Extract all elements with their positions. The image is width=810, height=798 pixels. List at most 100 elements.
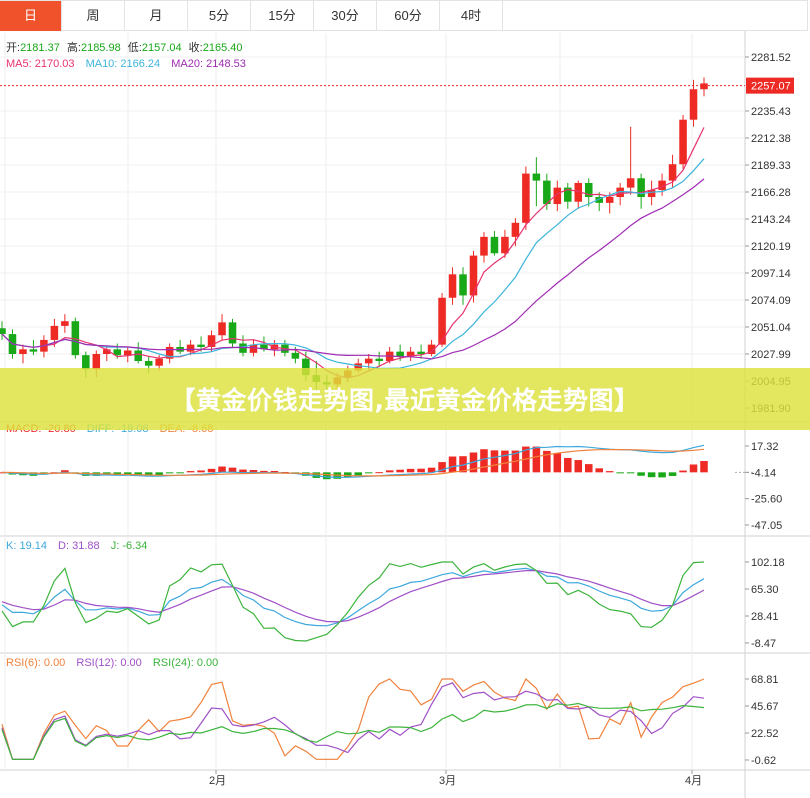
candle-body [123,350,132,356]
macd-panel [0,444,755,480]
price-tick-label: 2189.33 [751,160,791,172]
macd-bar [197,470,205,473]
k-value: K: 19.14 [6,540,47,552]
ma20-legend: MA20: 2148.53 [171,58,246,70]
candle-body [679,119,687,165]
candle-body [375,358,383,362]
candle-body [291,352,300,359]
kdj-tick-label: 28.41 [751,611,779,623]
macd-bar [186,471,195,473]
candle-body [228,322,237,344]
macd-bar [605,471,614,473]
macd-bar [448,456,457,473]
macd-tick-label: -25.60 [751,494,782,506]
d-value: D: 31.88 [58,540,100,552]
rsi-tick-label: -0.62 [751,755,776,767]
candle-body [480,236,488,256]
candle-body [501,236,509,254]
close-value: 2165.40 [203,42,243,54]
low-value: 2157.04 [142,42,182,54]
macd-bar [385,470,394,473]
candle-body [249,344,258,353]
x-tick-label: 2月 [209,775,226,787]
rsi-tick-label: 68.81 [751,674,779,686]
rsi-tick-label: 45.67 [751,701,779,713]
banner-text: 【黄金价钱走势图,最近黄金价格走势图】 [170,386,640,415]
high-value: 2185.98 [81,42,121,54]
price-tick-label: 2097.14 [751,268,791,280]
macd-bar [490,450,499,473]
candle-body [197,344,205,347]
open-value: 2181.37 [20,42,60,54]
high-label: 高: [67,40,81,54]
macd-bar [595,468,603,473]
candle-body [637,178,645,198]
candle-body [19,349,27,354]
macd-bar [501,450,509,473]
candle-body [218,322,226,336]
x-tick-label: 3月 [439,775,456,787]
k-line [1,567,705,627]
macd-bar [689,464,698,473]
candle-body [511,222,520,237]
price-tick-label: 2212.38 [751,133,791,145]
candle-body [700,83,708,90]
price-tick-label: 2027.99 [751,349,791,361]
macd-bar [658,472,666,478]
macd-bar [406,468,415,473]
macd-bar [679,470,687,473]
price-tick-label: 2235.43 [751,106,791,118]
price-tick-label: 2051.04 [751,322,791,334]
macd-bar [323,472,331,480]
candle-body [522,173,530,223]
candle-body [155,358,163,366]
macd-bar [417,468,425,473]
candle-body [50,325,59,340]
macd-bar [396,469,404,473]
macd-bar [218,466,226,473]
rsi6-value: RSI(6): 0.00 [6,657,65,669]
macd-bar [647,472,656,478]
j-value: J: -6.34 [111,540,148,552]
candle-body [92,353,101,370]
macd-tick-label: 17.32 [751,441,779,453]
macd-bar [207,468,216,473]
macd-bar [532,446,541,473]
candle-body [668,164,677,181]
macd-bar [564,457,572,473]
candle-body [459,274,467,296]
current-price-label: 2257.07 [751,81,791,93]
title-banner: 【黄金价钱走势图,最近黄金价格走势图】 [0,368,810,430]
kdj-legend: K: 19.14 D: 31.88 J: -6.34 [6,540,147,552]
macd-bar [176,472,184,474]
ma-legend: MA5: 2170.03 MA10: 2166.24 MA20: 2148.53 [6,58,246,70]
candle-body [532,173,541,181]
macd-bar [616,472,624,474]
open-label: 开: [6,42,20,54]
price-tick-label: 2143.24 [751,214,791,226]
candle-body [448,274,457,298]
candle-body [605,197,614,203]
candle-body [144,361,153,366]
candle-body [61,321,69,326]
rsi12-line [1,682,705,760]
macd-bar [375,472,383,474]
kdj-tick-label: 65.30 [751,584,779,596]
macd-bar [574,460,583,473]
close-label: 收: [189,40,203,54]
candle-body [626,178,635,188]
macd-bar [354,472,363,476]
candle-body [364,358,373,364]
candle-body [134,350,142,362]
macd-tick-label: -47.05 [751,520,782,532]
price-tick-label: 2281.52 [751,52,791,64]
candle-body [396,351,404,357]
rsi12-value: RSI(12): 0.00 [76,657,141,669]
ohlc-legend: 开:2181.37 高:2185.98 低:2157.04 收:2165.40 [6,40,243,54]
rsi24-value: RSI(24): 0.00 [153,657,218,669]
j-line [1,561,705,642]
candle-body [186,344,195,352]
ma5-legend: MA5: 2170.03 [6,58,75,70]
ma10-line [1,158,705,370]
kdj-panel [1,561,705,642]
